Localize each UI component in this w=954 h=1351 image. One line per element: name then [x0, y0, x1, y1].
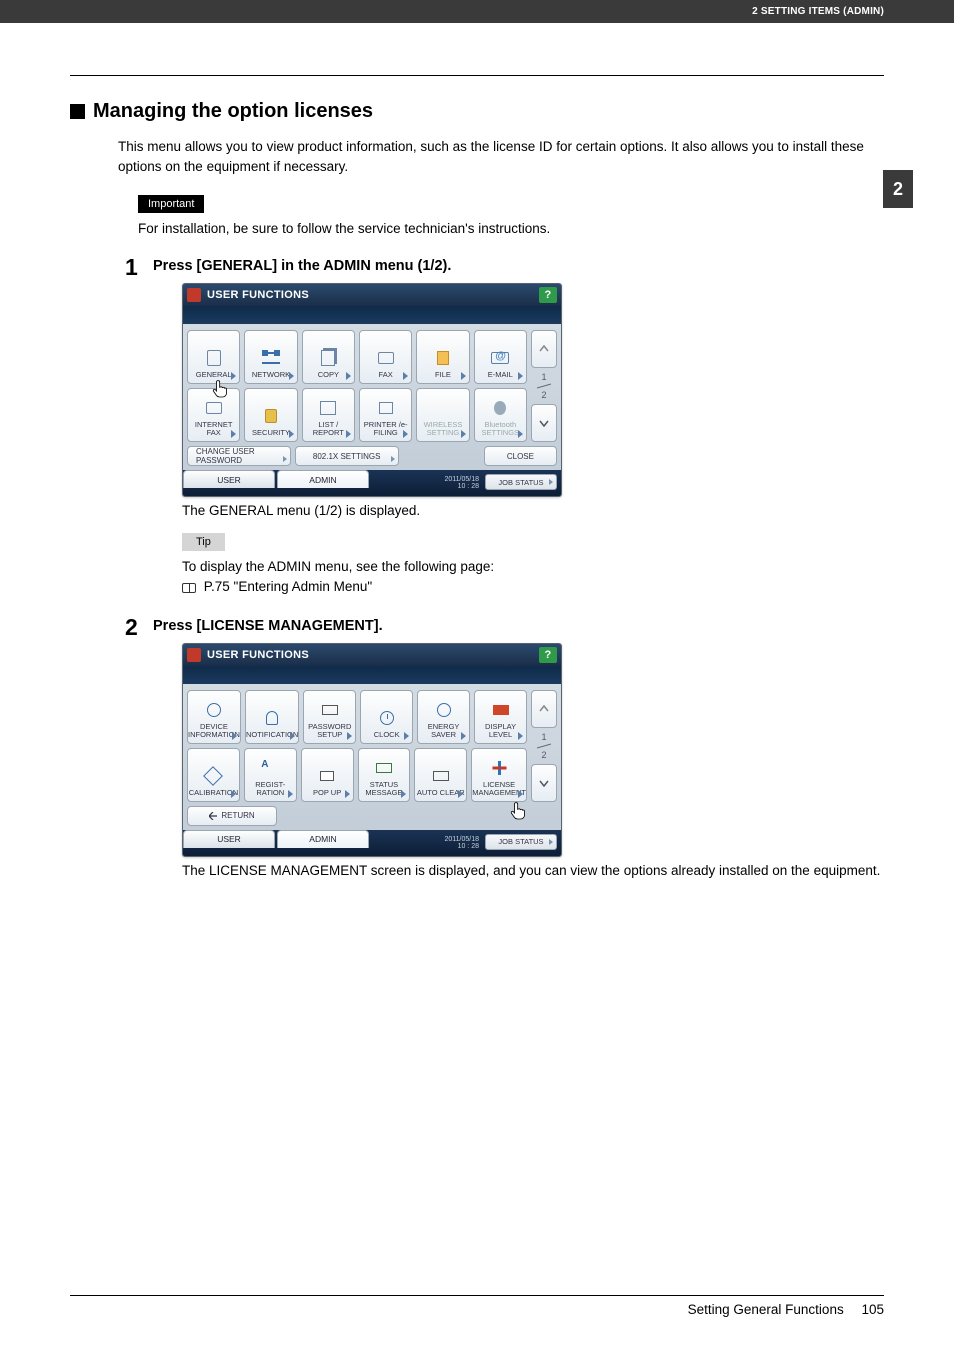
step-heading: Press [GENERAL] in the ADMIN menu (1/2). [153, 256, 451, 279]
footer-page-number: 105 [861, 1302, 884, 1317]
tile-password-setup[interactable]: PASSWORD SETUP [303, 690, 356, 744]
close-button[interactable]: CLOSE [484, 446, 557, 466]
intro-text: This menu allows you to view product inf… [118, 137, 884, 176]
8021x-settings-button[interactable]: 802.1X SETTINGS [295, 446, 399, 466]
tile-license-management[interactable]: LICENSE MANAGEMENT [471, 748, 527, 802]
tip-reference: P.75 "Entering Admin Menu" [204, 579, 372, 594]
chevron-down-icon [539, 778, 549, 788]
tile-grid: GENERAL NETWORK COPY FAX FILE E-MAIL INT… [183, 324, 561, 446]
tile-fax[interactable]: FAX [359, 330, 412, 384]
step-2-body: USER FUNCTIONS ? DEVICE INFORMATION NOTI… [182, 643, 884, 878]
tile-copy[interactable]: COPY [302, 330, 355, 384]
help-icon[interactable]: ? [539, 287, 557, 303]
tip-text: To display the ADMIN menu, see the follo… [182, 557, 884, 598]
tile-file[interactable]: FILE [416, 330, 469, 384]
tile-network[interactable]: NETWORK [244, 330, 297, 384]
tile-bluetooth-settings[interactable]: Bluetooth SETTINGS [474, 388, 527, 442]
tab-bar: USER ADMIN 2011/05/18 10 : 28 JOB STATUS [183, 830, 561, 856]
page-scroll: 1 2 [531, 330, 557, 442]
step-result-text: The LICENSE MANAGEMENT screen is display… [182, 863, 884, 878]
tile-popup[interactable]: POP UP [301, 748, 354, 802]
tile-clock[interactable]: CLOCK [360, 690, 413, 744]
panel-title: USER FUNCTIONS [207, 289, 539, 301]
tab-admin[interactable]: ADMIN [277, 470, 369, 488]
breadcrumb: 2 SETTING ITEMS (ADMIN) [752, 6, 884, 17]
tile-notification[interactable]: NOTIFICATION [245, 690, 299, 744]
tile-grid: DEVICE INFORMATION NOTIFICATION PASSWORD… [183, 684, 561, 806]
tab-user[interactable]: USER [183, 470, 275, 488]
timestamp: 2011/05/18 10 : 28 [444, 836, 483, 850]
scroll-down-button[interactable] [531, 404, 557, 442]
scroll-down-button[interactable] [531, 764, 557, 802]
tile-device-information[interactable]: DEVICE INFORMATION [187, 690, 241, 744]
step-1-body: USER FUNCTIONS ? GENERAL NETWORK COPY FA… [182, 283, 884, 518]
important-label: Important [138, 195, 204, 213]
tile-energy-saver[interactable]: ENERGY SAVER [417, 690, 470, 744]
panel-title: USER FUNCTIONS [207, 649, 539, 661]
panel-header: USER FUNCTIONS ? [183, 644, 561, 666]
step-result-text: The GENERAL menu (1/2) is displayed. [182, 503, 884, 518]
tile-wireless-setting[interactable]: WIRELESS SETTING [416, 388, 469, 442]
change-user-password-button[interactable]: CHANGE USER PASSWORD [187, 446, 291, 466]
section-title: Managing the option licenses [70, 100, 884, 123]
tab-bar: USER ADMIN 2011/05/18 10 : 28 JOB STATUS [183, 470, 561, 496]
bottom-button-row: CHANGE USER PASSWORD 802.1X SETTINGS CLO… [183, 446, 561, 470]
panel-header: USER FUNCTIONS ? [183, 284, 561, 306]
step-number: 1 [125, 256, 153, 279]
chevron-down-icon [539, 418, 549, 428]
timestamp: 2011/05/18 10 : 28 [444, 476, 483, 490]
scroll-up-button[interactable] [531, 690, 557, 728]
tile-list-report[interactable]: LIST / REPORT [302, 388, 355, 442]
step-number: 2 [125, 616, 153, 639]
tile-security[interactable]: SECURITY [244, 388, 297, 442]
help-icon[interactable]: ? [539, 647, 557, 663]
app-icon [187, 648, 201, 662]
important-callout: Important For installation, be sure to f… [70, 194, 884, 236]
step-1-tip: Tip To display the ADMIN menu, see the f… [182, 532, 884, 598]
footer-section: Setting General Functions [688, 1302, 844, 1317]
tab-user[interactable]: USER [183, 830, 275, 848]
important-text: For installation, be sure to follow the … [138, 221, 884, 236]
running-header: 2 SETTING ITEMS (ADMIN) [0, 0, 954, 23]
tile-internet-fax[interactable]: INTERNET FAX [187, 388, 240, 442]
return-row: RETURN [183, 806, 561, 830]
tile-display-level[interactable]: DISPLAY LEVEL [474, 690, 527, 744]
step-2-header: 2 Press [LICENSE MANAGEMENT]. [125, 616, 884, 639]
page-footer: Setting General Functions 105 [70, 1295, 884, 1317]
step-1-header: 1 Press [GENERAL] in the ADMIN menu (1/2… [125, 256, 884, 279]
tip-label: Tip [182, 533, 225, 551]
book-icon [182, 583, 196, 593]
tile-printer-efiling[interactable]: PRINTER /e-FILING [359, 388, 412, 442]
tab-admin[interactable]: ADMIN [277, 830, 369, 848]
job-status-button[interactable]: JOB STATUS [485, 834, 557, 850]
chevron-up-icon [539, 704, 549, 714]
page-indicator: 1 2 [531, 372, 557, 400]
screenshot-panel-1: USER FUNCTIONS ? GENERAL NETWORK COPY FA… [182, 283, 562, 497]
chapter-tab: 2 [883, 170, 913, 208]
screenshot-panel-2: USER FUNCTIONS ? DEVICE INFORMATION NOTI… [182, 643, 562, 857]
app-icon [187, 288, 201, 302]
page-scroll: 1 2 [531, 690, 557, 802]
square-bullet-icon [70, 104, 85, 119]
tile-registration[interactable]: REGIST- RATION [244, 748, 297, 802]
tile-general[interactable]: GENERAL [187, 330, 240, 384]
page-content: Managing the option licenses This menu a… [0, 76, 954, 878]
panel-subheader [183, 306, 561, 324]
return-arrow-icon [209, 812, 217, 820]
step-heading: Press [LICENSE MANAGEMENT]. [153, 616, 383, 639]
panel-subheader [183, 666, 561, 684]
tile-status-message[interactable]: STATUS MESSAGE [358, 748, 411, 802]
tile-calibration[interactable]: CALIBRATION [187, 748, 240, 802]
tile-auto-clear[interactable]: AUTO CLEAR [414, 748, 467, 802]
tile-email[interactable]: E-MAIL [474, 330, 527, 384]
job-status-button[interactable]: JOB STATUS [485, 474, 557, 490]
chevron-up-icon [539, 344, 549, 354]
return-button[interactable]: RETURN [187, 806, 277, 826]
page-indicator: 1 2 [531, 732, 557, 760]
scroll-up-button[interactable] [531, 330, 557, 368]
